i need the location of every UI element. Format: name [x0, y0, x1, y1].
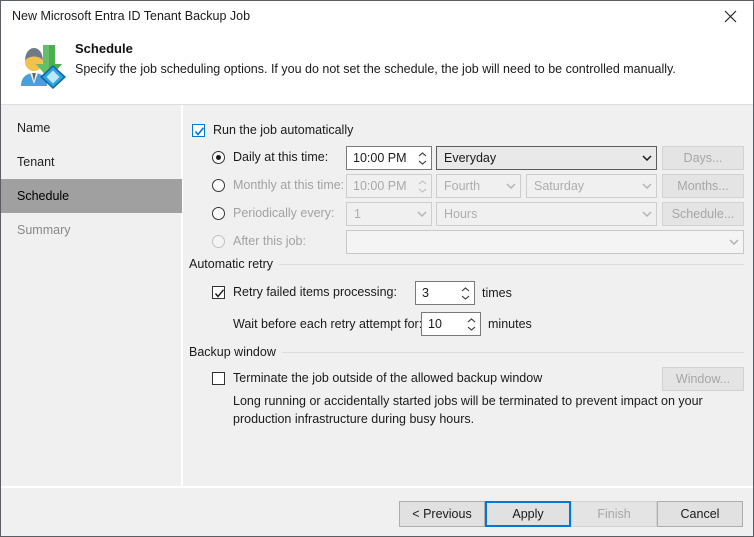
daily-time-value: 10:00 PM	[353, 151, 407, 165]
cancel-button[interactable]: Cancel	[657, 501, 743, 527]
run-automatically-row[interactable]: Run the job automatically	[192, 123, 353, 137]
wait-minutes-value: 10	[428, 317, 442, 331]
wizard-step-sidebar: Name Tenant Schedule Summary	[1, 105, 182, 486]
previous-button[interactable]: < Previous	[399, 501, 485, 527]
after-job-radio-row: After this job:	[212, 234, 306, 248]
sidebar-item-label: Summary	[17, 223, 71, 237]
title-bar: New Microsoft Entra ID Tenant Backup Job	[1, 1, 753, 33]
retry-failed-items-row[interactable]: Retry failed items processing:	[212, 285, 397, 299]
terminate-job-row[interactable]: Terminate the job outside of the allowed…	[212, 371, 542, 385]
periodically-radio-row[interactable]: Periodically every:	[212, 206, 334, 220]
chevron-down-icon	[637, 183, 656, 189]
page-subtitle: Specify the job scheduling options. If y…	[75, 62, 676, 76]
periodically-radio[interactable]	[212, 206, 225, 220]
monthly-time-value: 10:00 PM	[353, 179, 407, 193]
daily-radio[interactable]	[212, 150, 225, 164]
retry-failed-items-checkbox[interactable]	[212, 285, 225, 299]
retry-times-spinner[interactable]	[457, 282, 474, 304]
chevron-down-icon	[501, 183, 520, 189]
monthly-week-value: Fourth	[444, 179, 481, 193]
retry-failed-items-label: Retry failed items processing:	[233, 285, 397, 299]
terminate-job-checkbox[interactable]	[212, 371, 225, 385]
finish-button-label: Finish	[597, 507, 631, 521]
days-button-label: Days...	[683, 151, 723, 165]
monthly-day-value: Saturday	[534, 179, 585, 193]
months-button: Months...	[662, 174, 744, 198]
schedule-options-panel: Run the job automatically Daily at this …	[183, 105, 753, 486]
daily-time-spinner[interactable]	[414, 147, 431, 169]
automatic-retry-divider	[278, 264, 744, 265]
sidebar-item-label: Tenant	[17, 155, 55, 169]
daily-time-field[interactable]: 10:00 PM	[346, 146, 432, 170]
periodically-label: Periodically every:	[233, 206, 335, 220]
monthly-radio[interactable]	[212, 178, 225, 192]
wait-minutes-spinner[interactable]	[463, 313, 480, 335]
daily-frequency-dropdown[interactable]: Everyday	[436, 146, 657, 170]
run-automatically-label: Run the job automatically	[213, 123, 354, 137]
monthly-time-spinner	[414, 175, 431, 197]
after-job-radio	[212, 234, 225, 248]
entra-id-tenant-backup-icon	[13, 37, 69, 93]
monthly-radio-row[interactable]: Monthly at this time:	[212, 178, 344, 192]
window-button-label: Window...	[675, 372, 731, 386]
after-job-label: After this job:	[233, 234, 306, 248]
chevron-down-icon	[637, 211, 656, 217]
sidebar-item-schedule[interactable]: Schedule	[1, 179, 182, 213]
chevron-down-icon	[412, 211, 431, 217]
months-button-label: Months...	[677, 179, 729, 193]
daily-frequency-value: Everyday	[444, 151, 497, 165]
days-button: Days...	[662, 146, 744, 170]
periodically-interval-value: 1	[354, 207, 361, 221]
periodically-unit-value: Hours	[444, 207, 478, 221]
terminate-job-label: Terminate the job outside of the allowed…	[233, 371, 543, 385]
periodically-interval-dropdown: 1	[346, 202, 432, 226]
sidebar-item-label: Schedule	[17, 189, 70, 203]
dialog-header: Schedule Specify the job scheduling opti…	[1, 33, 753, 105]
schedule-button-label: Schedule...	[671, 207, 735, 221]
daily-label: Daily at this time:	[233, 150, 329, 164]
sidebar-item-summary: Summary	[1, 213, 182, 247]
new-entra-id-tenant-backup-job-dialog: New Microsoft Entra ID Tenant Backup Job	[0, 0, 754, 537]
retry-times-unit-label: times	[482, 286, 512, 300]
dialog-footer: < Previous Apply Finish Cancel	[1, 487, 753, 536]
run-automatically-checkbox[interactable]	[192, 123, 205, 137]
schedule-button: Schedule...	[662, 202, 744, 226]
periodically-unit-dropdown: Hours	[436, 202, 657, 226]
sidebar-item-label: Name	[17, 121, 51, 135]
apply-button[interactable]: Apply	[485, 501, 571, 527]
window-button: Window...	[662, 367, 744, 391]
previous-button-label: < Previous	[412, 507, 472, 521]
wait-minutes-unit-label: minutes	[488, 317, 532, 331]
monthly-label: Monthly at this time:	[233, 178, 345, 192]
wait-minutes-field[interactable]: 10	[421, 312, 481, 336]
chevron-down-icon	[637, 155, 656, 161]
retry-times-field[interactable]: 3	[415, 281, 475, 305]
backup-window-description: Long running or accidentally started job…	[233, 394, 703, 426]
wait-retry-label: Wait before each retry attempt for:	[233, 317, 423, 331]
backup-window-group-label: Backup window	[189, 345, 282, 359]
daily-radio-row[interactable]: Daily at this time:	[212, 150, 328, 164]
automatic-retry-group-label: Automatic retry	[189, 257, 280, 271]
retry-times-value: 3	[422, 286, 429, 300]
sidebar-item-name[interactable]: Name	[1, 111, 182, 145]
monthly-day-dropdown: Saturday	[526, 174, 657, 198]
sidebar-item-tenant[interactable]: Tenant	[1, 145, 182, 179]
finish-button: Finish	[571, 501, 657, 527]
monthly-time-field: 10:00 PM	[346, 174, 432, 198]
backup-window-divider	[281, 352, 744, 353]
monthly-week-dropdown: Fourth	[436, 174, 521, 198]
apply-button-label: Apply	[512, 507, 544, 521]
chevron-down-icon	[724, 239, 743, 245]
window-title: New Microsoft Entra ID Tenant Backup Job	[12, 9, 251, 23]
page-title: Schedule	[75, 41, 133, 56]
cancel-button-label: Cancel	[680, 507, 720, 521]
close-icon[interactable]	[707, 1, 753, 32]
after-job-dropdown	[346, 230, 744, 254]
